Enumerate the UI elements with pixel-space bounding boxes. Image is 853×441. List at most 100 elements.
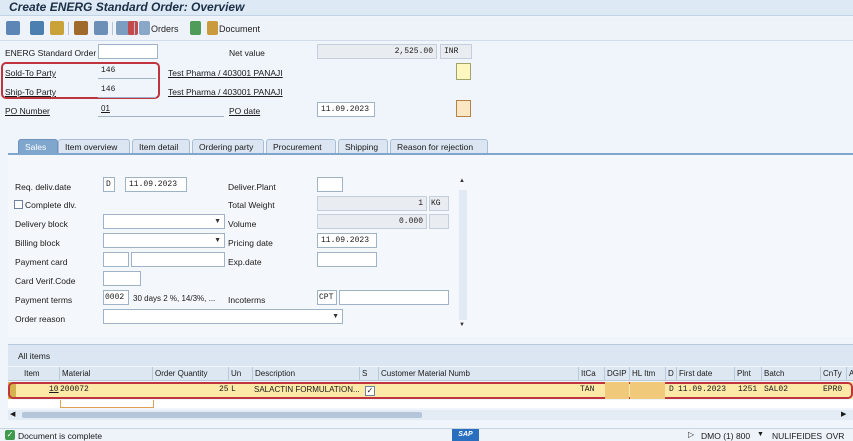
partner-details-icon[interactable] <box>456 63 471 80</box>
delete-icon[interactable] <box>128 21 138 35</box>
scroll-up-icon[interactable]: ▲ <box>459 178 465 184</box>
tab-sales[interactable]: Sales <box>18 139 58 154</box>
tab-item-overview[interactable]: Item overview <box>58 139 130 154</box>
application-toolbar: Orders Document <box>0 17 853 41</box>
cell-item[interactable]: 10 <box>49 385 59 394</box>
scroll-right-icon[interactable]: ▶ <box>841 410 846 418</box>
col-d[interactable]: D <box>668 369 674 378</box>
toolbar-separator <box>134 22 135 35</box>
tab-shipping[interactable]: Shipping <box>338 139 388 154</box>
deliver-plant-field[interactable] <box>317 177 343 192</box>
table-row[interactable]: 10 200072 25 L SALACTIN FORMULATION... ✓… <box>8 382 853 399</box>
cell-itca[interactable]: TAN <box>580 385 594 394</box>
payment-terms-code-field[interactable]: 0002 <box>103 290 129 305</box>
exp-date-field[interactable] <box>317 252 377 267</box>
cell-cnty[interactable]: EPR0 <box>823 385 842 394</box>
col-first-date[interactable]: First date <box>679 369 712 378</box>
cell-plnt[interactable]: 1251 <box>738 385 757 394</box>
column-separator <box>846 367 847 381</box>
tab-reason-for-rejection[interactable]: Reason for rejection <box>390 139 488 154</box>
tab-item-detail[interactable]: Item detail <box>132 139 190 154</box>
sold-to-field[interactable]: 146 <box>98 64 156 79</box>
incoterms-code-field[interactable]: CPT <box>317 290 337 305</box>
billing-block-label: Billing block <box>15 238 60 248</box>
orders-icon[interactable] <box>139 21 150 35</box>
billing-block-dropdown[interactable]: ▼ <box>103 233 225 248</box>
req-deliv-date-field[interactable]: 11.09.2023 <box>125 177 187 192</box>
document-icon[interactable] <box>190 21 201 35</box>
col-material[interactable]: Material <box>62 369 90 378</box>
ship-to-name[interactable]: Test Pharma / 403001 PANAJI <box>168 87 283 97</box>
calendar-icon[interactable] <box>456 100 471 117</box>
sold-to-name[interactable]: Test Pharma / 403001 PANAJI <box>168 68 283 78</box>
material-input-cell[interactable] <box>60 400 154 408</box>
scroll-track[interactable] <box>459 190 467 320</box>
column-separator <box>820 367 821 381</box>
col-cnty[interactable]: CnTy <box>823 369 842 378</box>
system-info[interactable]: DMO (1) 800 <box>701 431 750 441</box>
scroll-thumb[interactable] <box>22 412 422 418</box>
incoterms-location-field[interactable] <box>339 290 449 305</box>
column-separator <box>676 367 677 381</box>
cell-material[interactable]: 200072 <box>60 385 89 394</box>
ship-to-field[interactable]: 146 <box>98 83 156 98</box>
col-plnt[interactable]: Plnt <box>737 369 751 378</box>
sold-to-label: Sold-To Party <box>5 68 57 78</box>
cell-hl-itm[interactable] <box>630 382 665 399</box>
scroll-down-icon[interactable]: ▼ <box>459 322 465 328</box>
po-number-field[interactable]: 01 <box>98 102 224 117</box>
cell-description[interactable]: SALACTIN FORMULATION... <box>254 385 360 394</box>
header-icon[interactable] <box>50 21 64 35</box>
input-mode: OVR <box>826 431 845 441</box>
panel-scrollbar[interactable]: ▲ ▼ <box>458 178 468 328</box>
col-customer-material[interactable]: Customer Material Numb <box>381 369 470 378</box>
all-items-label: All items <box>18 351 51 361</box>
column-separator <box>59 367 60 381</box>
list-icon[interactable] <box>94 21 108 35</box>
display-change-icon[interactable] <box>6 21 20 35</box>
col-hl-itm[interactable]: HL Itm <box>632 369 655 378</box>
cell-un[interactable]: L <box>231 385 236 394</box>
deliver-plant-label: Deliver.Plant <box>228 182 276 192</box>
delivery-block-dropdown[interactable]: ▼ <box>103 214 225 229</box>
play-icon[interactable]: ▷ <box>688 430 694 439</box>
order-reason-dropdown[interactable]: ▼ <box>103 309 343 324</box>
col-dgip[interactable]: DGIP <box>607 369 627 378</box>
col-itca[interactable]: ItCa <box>581 369 596 378</box>
order-number-field[interactable] <box>98 44 158 59</box>
chevron-down-icon[interactable]: ▼ <box>757 431 764 438</box>
cell-d[interactable]: D <box>669 385 674 394</box>
req-deliv-date-type-field[interactable]: D <box>103 177 115 192</box>
col-un[interactable]: Un <box>231 369 241 378</box>
cell-dgip[interactable] <box>605 382 629 399</box>
payment-card-type-field[interactable] <box>103 252 129 267</box>
all-items-bar: All items <box>8 344 853 366</box>
col-batch[interactable]: Batch <box>764 369 784 378</box>
col-item[interactable]: Item <box>24 369 40 378</box>
col-description[interactable]: Description <box>255 369 295 378</box>
col-s[interactable]: S <box>362 369 367 378</box>
items-table-header: Item Material Order Quantity Un Descript… <box>8 367 853 381</box>
create-with-reference-icon[interactable] <box>30 21 44 35</box>
col-a[interactable]: A <box>849 369 853 378</box>
cell-batch[interactable]: SAL02 <box>764 385 788 394</box>
cell-qty[interactable]: 25 <box>219 385 229 394</box>
pricing-date-field[interactable]: 11.09.2023 <box>317 233 377 248</box>
scroll-left-icon[interactable]: ◀ <box>10 410 15 418</box>
table-row[interactable] <box>8 400 853 408</box>
orders-button[interactable]: Orders <box>151 24 179 34</box>
tab-ordering-party[interactable]: Ordering party <box>192 139 264 154</box>
document-button[interactable]: Document <box>219 24 260 34</box>
document-flow-icon[interactable] <box>207 21 218 35</box>
po-date-field[interactable]: 11.09.2023 <box>317 102 375 117</box>
business-data-icon[interactable] <box>74 21 88 35</box>
col-order-quantity[interactable]: Order Quantity <box>155 369 207 378</box>
complete-dlv-checkbox[interactable] <box>14 200 23 209</box>
cell-first-date[interactable]: 11.09.2023 <box>678 385 726 394</box>
table-horizontal-scrollbar[interactable]: ◀ ▶ <box>8 410 853 420</box>
tab-procurement[interactable]: Procurement <box>266 139 336 154</box>
cell-s-checkbox[interactable]: ✓ <box>365 386 375 396</box>
status-message[interactable]: Document is complete <box>18 431 102 441</box>
payment-card-number-field[interactable] <box>131 252 225 267</box>
card-verif-code-field[interactable] <box>103 271 141 286</box>
